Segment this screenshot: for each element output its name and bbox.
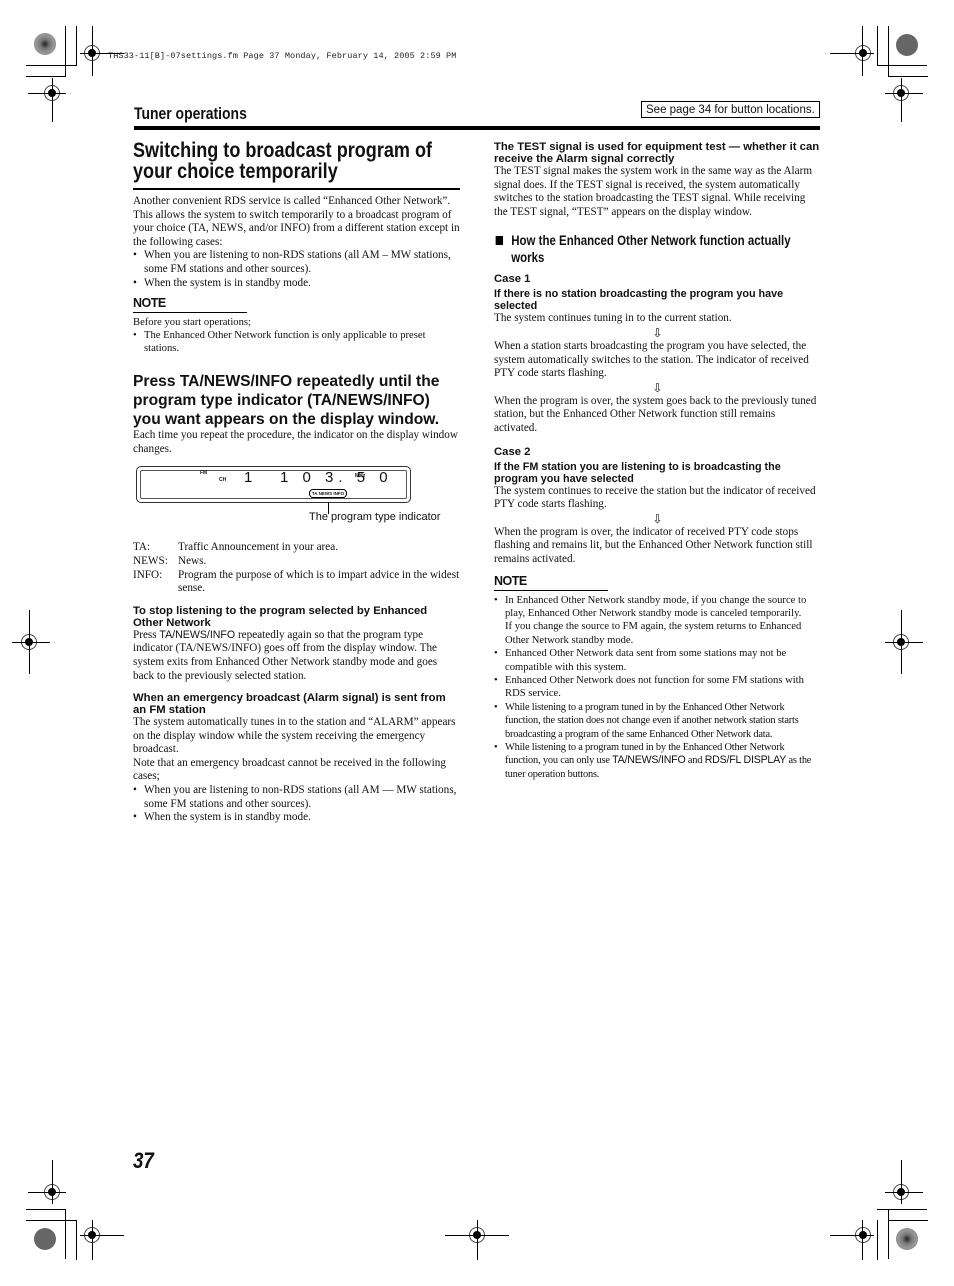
main-heading: Switching to broadcast program of your c… bbox=[133, 139, 433, 183]
header-rule bbox=[134, 126, 820, 130]
reference-box: See page 34 for button locations. bbox=[641, 101, 820, 118]
case2-heading: If the FM station you are listening to i… bbox=[494, 460, 781, 485]
ch-indicator: CH bbox=[219, 477, 227, 484]
note-list: The Enhanced Other Network function is o… bbox=[133, 329, 460, 355]
channel-number: 1 bbox=[244, 469, 258, 487]
print-slug: THS33-11[B]-07settings.fm Page 37 Monday… bbox=[108, 51, 457, 61]
section-title: Tuner operations bbox=[134, 104, 247, 123]
unit-indicator: MHz bbox=[355, 473, 366, 480]
step-body: Each time you repeat the procedure, the … bbox=[133, 429, 458, 455]
band-indicator: FM bbox=[200, 470, 208, 477]
button-name: TA/NEWS/INFO bbox=[159, 628, 236, 641]
case1-step: The system continues tuning in to the cu… bbox=[494, 312, 732, 325]
note-rule bbox=[494, 589, 608, 591]
alarm-exception-list: When you are listening to non-RDS statio… bbox=[133, 784, 460, 825]
term: TA: bbox=[133, 541, 151, 554]
intro-paragraph: This allows the system to switch tempora… bbox=[133, 208, 460, 248]
case1-label: Case 1 bbox=[494, 273, 531, 286]
term: NEWS: bbox=[133, 554, 168, 567]
registration-disc-icon bbox=[896, 34, 918, 56]
case1-step: When a station starts broadcasting the p… bbox=[494, 339, 809, 380]
alarm-body: Note that an emergency broadcast cannot … bbox=[133, 756, 446, 783]
definition-list: TA: Traffic Announcement in your area. N… bbox=[133, 541, 460, 595]
list-item: When you are listening to non-RDS statio… bbox=[133, 249, 460, 276]
page-number: 37 bbox=[133, 1148, 154, 1173]
stop-body: Press TA/NEWS/INFO repeatedly again so t… bbox=[133, 628, 438, 682]
test-body: The TEST signal makes the system work in… bbox=[494, 165, 813, 218]
list-item: While listening to a program tuned in by… bbox=[494, 741, 821, 781]
list-item: When the system is in standby mode. bbox=[133, 811, 460, 825]
list-item: Enhanced Other Network does not function… bbox=[494, 674, 821, 701]
down-arrow-icon: ⇩ bbox=[652, 511, 663, 526]
test-heading: The TEST signal is used for equipment te… bbox=[494, 141, 820, 165]
definition: Traffic Announcement in your area. bbox=[178, 541, 338, 554]
alarm-body: The system automatically tunes in to the… bbox=[133, 716, 456, 756]
definition: Program the purpose of which is to impar… bbox=[178, 568, 460, 595]
registration-disc-icon bbox=[34, 1228, 56, 1250]
note-list: In Enhanced Other Network standby mode, … bbox=[494, 594, 821, 782]
note-label: NOTE bbox=[494, 573, 527, 588]
display-window-illustration: FM CH 1 1 0 3. 5 0 MHz TA NEWS INFO bbox=[136, 466, 411, 515]
definition: News. bbox=[178, 554, 207, 567]
button-name: TA/NEWS/INFO bbox=[612, 754, 686, 767]
how-heading: How the Enhanced Other Network function … bbox=[494, 232, 822, 266]
stop-heading: To stop listening to the program selecte… bbox=[133, 604, 428, 629]
button-name: RDS/FL DISPLAY bbox=[704, 754, 787, 767]
list-item: While listening to a program tuned in by… bbox=[494, 701, 821, 741]
note-label: NOTE bbox=[133, 296, 166, 311]
list-item: When the system is in standby mode. bbox=[133, 277, 460, 291]
down-arrow-icon: ⇩ bbox=[652, 325, 663, 340]
figure-caption: The program type indicator bbox=[309, 511, 441, 524]
note-rule bbox=[133, 312, 247, 314]
registration-disc-icon bbox=[896, 1228, 918, 1250]
left-column: Switching to broadcast program of your c… bbox=[133, 140, 460, 825]
registration-disc-icon bbox=[34, 33, 56, 55]
right-column: The TEST signal is used for equipment te… bbox=[494, 141, 821, 781]
case1-step: When the program is over, the system goe… bbox=[494, 394, 817, 434]
case2-step: When the program is over, the indicator … bbox=[494, 525, 813, 565]
case2-step: The system continues to receive the stat… bbox=[494, 484, 816, 511]
list-item: When you are listening to non-RDS statio… bbox=[133, 784, 460, 811]
case2-label: Case 2 bbox=[494, 445, 531, 458]
alarm-heading: When an emergency broadcast (Alarm signa… bbox=[133, 692, 446, 717]
note-intro: Before you start operations; bbox=[133, 317, 251, 329]
step-heading: Press TA/NEWS/INFO repeatedly until the … bbox=[133, 373, 440, 429]
frequency-readout: 1 0 3. 5 0 bbox=[280, 469, 393, 487]
square-bullet-icon bbox=[495, 236, 504, 246]
down-arrow-icon: ⇩ bbox=[652, 380, 663, 395]
exception-list: When you are listening to non-RDS statio… bbox=[133, 249, 460, 290]
intro-paragraph: Another convenient RDS service is called… bbox=[133, 195, 451, 207]
list-item: Enhanced Other Network data sent from so… bbox=[494, 647, 821, 674]
program-type-indicator: TA NEWS INFO bbox=[309, 489, 347, 499]
list-item: The Enhanced Other Network function is o… bbox=[133, 329, 460, 355]
term: INFO: bbox=[133, 568, 163, 581]
case1-heading: If there is no station broadcasting the … bbox=[494, 288, 784, 313]
list-item: In Enhanced Other Network standby mode, … bbox=[494, 594, 821, 648]
leader-line bbox=[328, 502, 329, 515]
